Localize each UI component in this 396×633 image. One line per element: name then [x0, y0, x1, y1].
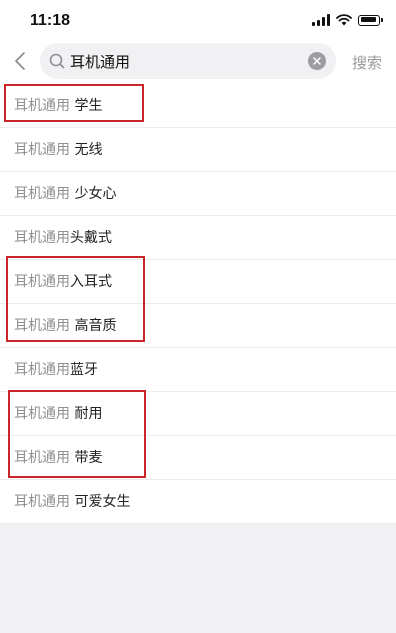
suggestion-item[interactable]: 耳机通用 耐用	[0, 392, 396, 436]
suggestion-suffix: 高音质	[70, 318, 117, 334]
suggestion-item[interactable]: 耳机通用头戴式	[0, 216, 396, 260]
status-time: 11:18	[30, 12, 71, 29]
suggestion-keyword: 耳机通用	[14, 230, 70, 246]
suggestion-item[interactable]: 耳机通用 可爱女生	[0, 480, 396, 524]
suggestion-suffix: 耐用	[70, 406, 103, 422]
suggestion-keyword: 耳机通用	[14, 362, 70, 378]
suggestion-keyword: 耳机通用	[14, 98, 70, 114]
back-button[interactable]	[8, 48, 32, 74]
suggestion-keyword: 耳机通用	[14, 494, 70, 510]
suggestion-keyword: 耳机通用	[14, 274, 70, 290]
suggestion-suffix: 带麦	[70, 450, 103, 466]
suggestion-keyword: 耳机通用	[14, 186, 70, 202]
suggestion-item[interactable]: 耳机通用 少女心	[0, 172, 396, 216]
suggestion-suffix: 蓝牙	[70, 362, 98, 378]
search-input[interactable]	[70, 43, 300, 79]
search-box[interactable]	[40, 43, 336, 79]
suggestion-item[interactable]: 耳机通用蓝牙	[0, 348, 396, 392]
status-bar: 11:18	[0, 0, 396, 40]
suggestion-item[interactable]: 耳机通用 无线	[0, 128, 396, 172]
clear-button[interactable]	[308, 52, 326, 70]
suggestion-item[interactable]: 耳机通用 学生	[0, 84, 396, 128]
battery-icon	[358, 14, 383, 26]
suggestion-list: 耳机通用 学生 耳机通用 无线 耳机通用 少女心 耳机通用头戴式 耳机通用入耳式…	[0, 84, 396, 524]
status-icons	[312, 13, 383, 27]
chevron-left-icon	[15, 52, 25, 70]
suggestion-suffix: 可爱女生	[70, 494, 131, 510]
suggestion-item[interactable]: 耳机通用 带麦	[0, 436, 396, 480]
suggestion-item[interactable]: 耳机通用 高音质	[0, 304, 396, 348]
suggestion-suffix: 学生	[70, 98, 103, 114]
suggestion-suffix: 入耳式	[70, 274, 112, 290]
suggestion-suffix: 无线	[70, 142, 103, 158]
wifi-icon	[336, 14, 352, 26]
signal-icon	[312, 14, 330, 26]
suggestion-keyword: 耳机通用	[14, 450, 70, 466]
suggestion-keyword: 耳机通用	[14, 318, 70, 334]
suggestion-suffix: 头戴式	[70, 230, 112, 246]
search-button[interactable]: 搜索	[352, 52, 382, 73]
suggestion-keyword: 耳机通用	[14, 406, 70, 422]
suggestion-keyword: 耳机通用	[14, 142, 70, 158]
search-icon	[49, 53, 65, 69]
clear-icon	[313, 57, 321, 65]
search-header: 搜索	[0, 40, 396, 84]
suggestion-item[interactable]: 耳机通用入耳式	[0, 260, 396, 304]
suggestion-suffix: 少女心	[70, 186, 117, 202]
